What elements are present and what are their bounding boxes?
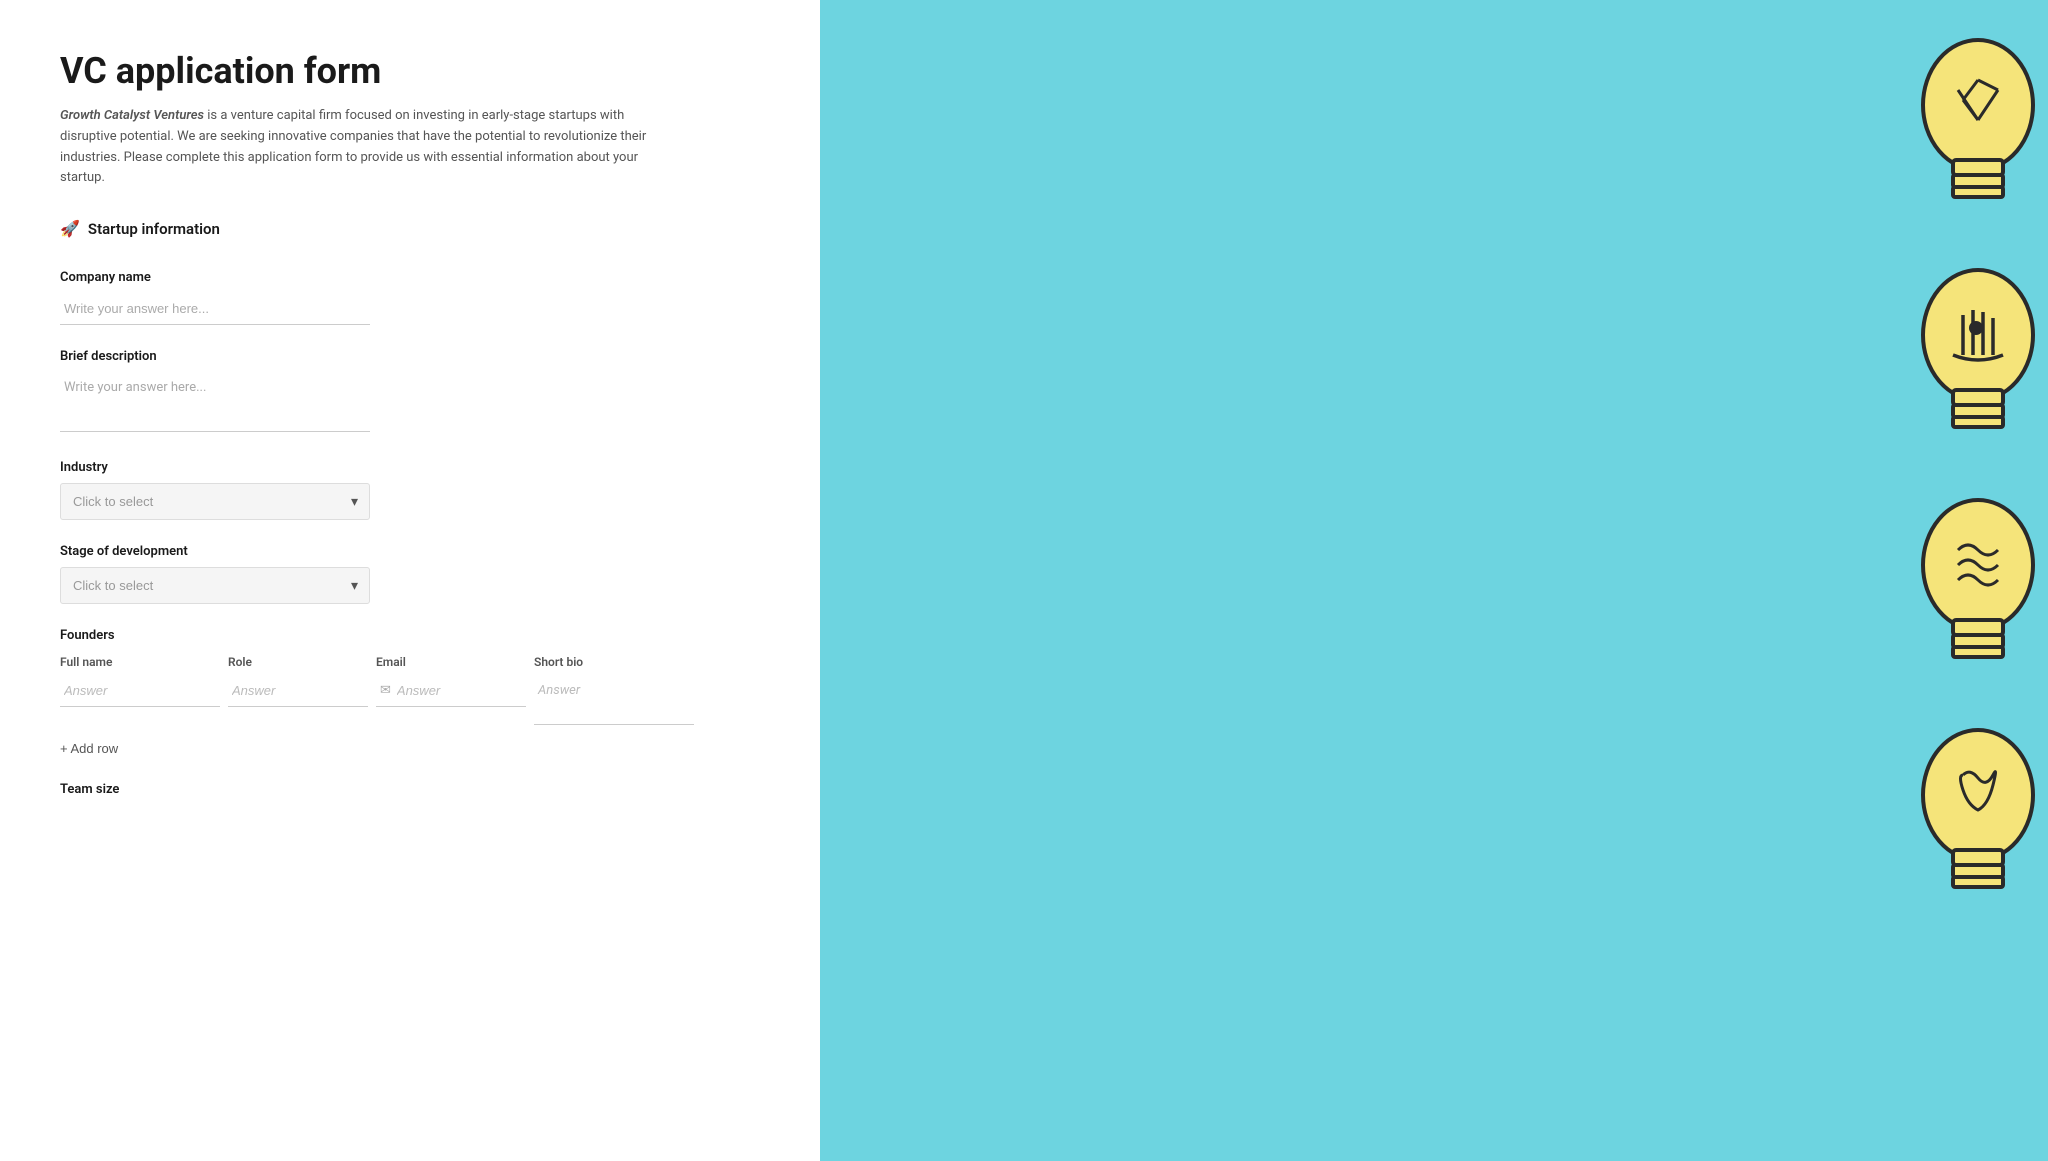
section-startup-info: 🚀 Startup information [60, 219, 760, 246]
page-title: VC application form [60, 50, 760, 92]
founder-email-input[interactable] [397, 683, 522, 698]
founders-data-row: ✉ [60, 675, 680, 725]
founder-role-input[interactable] [228, 675, 368, 707]
industry-label: Industry [60, 460, 760, 475]
bulb-1 [1888, 30, 2048, 230]
form-panel: VC application form Growth Catalyst Vent… [0, 0, 820, 1161]
founder-email-wrapper: ✉ [376, 675, 526, 707]
founders-header-row: Full name Role Email Short bio [60, 655, 680, 669]
decorative-panel [820, 0, 2048, 1161]
field-industry: Industry Click to select Technology Heal… [60, 460, 760, 520]
page-container: VC application form Growth Catalyst Vent… [0, 0, 2048, 1161]
stage-select-wrapper: Click to select Idea MVP Early Traction … [60, 567, 370, 604]
section-title-startup: Startup information [88, 220, 220, 238]
col-full-name: Full name [60, 655, 220, 669]
industry-select-wrapper: Click to select Technology Healthcare Fi… [60, 483, 370, 520]
industry-select[interactable]: Click to select Technology Healthcare Fi… [60, 483, 370, 520]
col-email: Email [376, 655, 526, 669]
field-brief-description: Brief description [60, 349, 760, 436]
bulb-4 [1888, 720, 2048, 920]
rocket-icon: 🚀 [60, 219, 80, 238]
founder-short-bio-input[interactable] [534, 675, 694, 725]
add-row-label: + Add row [60, 741, 118, 756]
company-name-input[interactable] [60, 293, 370, 325]
brand-name: Growth Catalyst Ventures [60, 108, 204, 123]
stage-select[interactable]: Click to select Idea MVP Early Traction … [60, 567, 370, 604]
team-size-label: Team size [60, 782, 760, 797]
email-icon: ✉ [380, 683, 391, 698]
col-role: Role [228, 655, 368, 669]
form-description: Growth Catalyst Ventures is a venture ca… [60, 106, 660, 189]
brief-description-label: Brief description [60, 349, 760, 364]
bulb-container [1888, 0, 2048, 920]
field-company-name: Company name [60, 270, 760, 325]
brief-description-input[interactable] [60, 372, 370, 432]
field-stage-development: Stage of development Click to select Ide… [60, 544, 760, 604]
col-short-bio: Short bio [534, 655, 694, 669]
founders-section: Founders Full name Role Email Short bio … [60, 628, 760, 762]
bulb-3 [1888, 490, 2048, 690]
add-row-button[interactable]: + Add row [60, 735, 118, 762]
bulb-2 [1888, 260, 2048, 460]
company-name-label: Company name [60, 270, 760, 285]
founders-label: Founders [60, 628, 760, 643]
founder-full-name-input[interactable] [60, 675, 220, 707]
founders-table: Full name Role Email Short bio ✉ [60, 655, 680, 725]
stage-development-label: Stage of development [60, 544, 760, 559]
